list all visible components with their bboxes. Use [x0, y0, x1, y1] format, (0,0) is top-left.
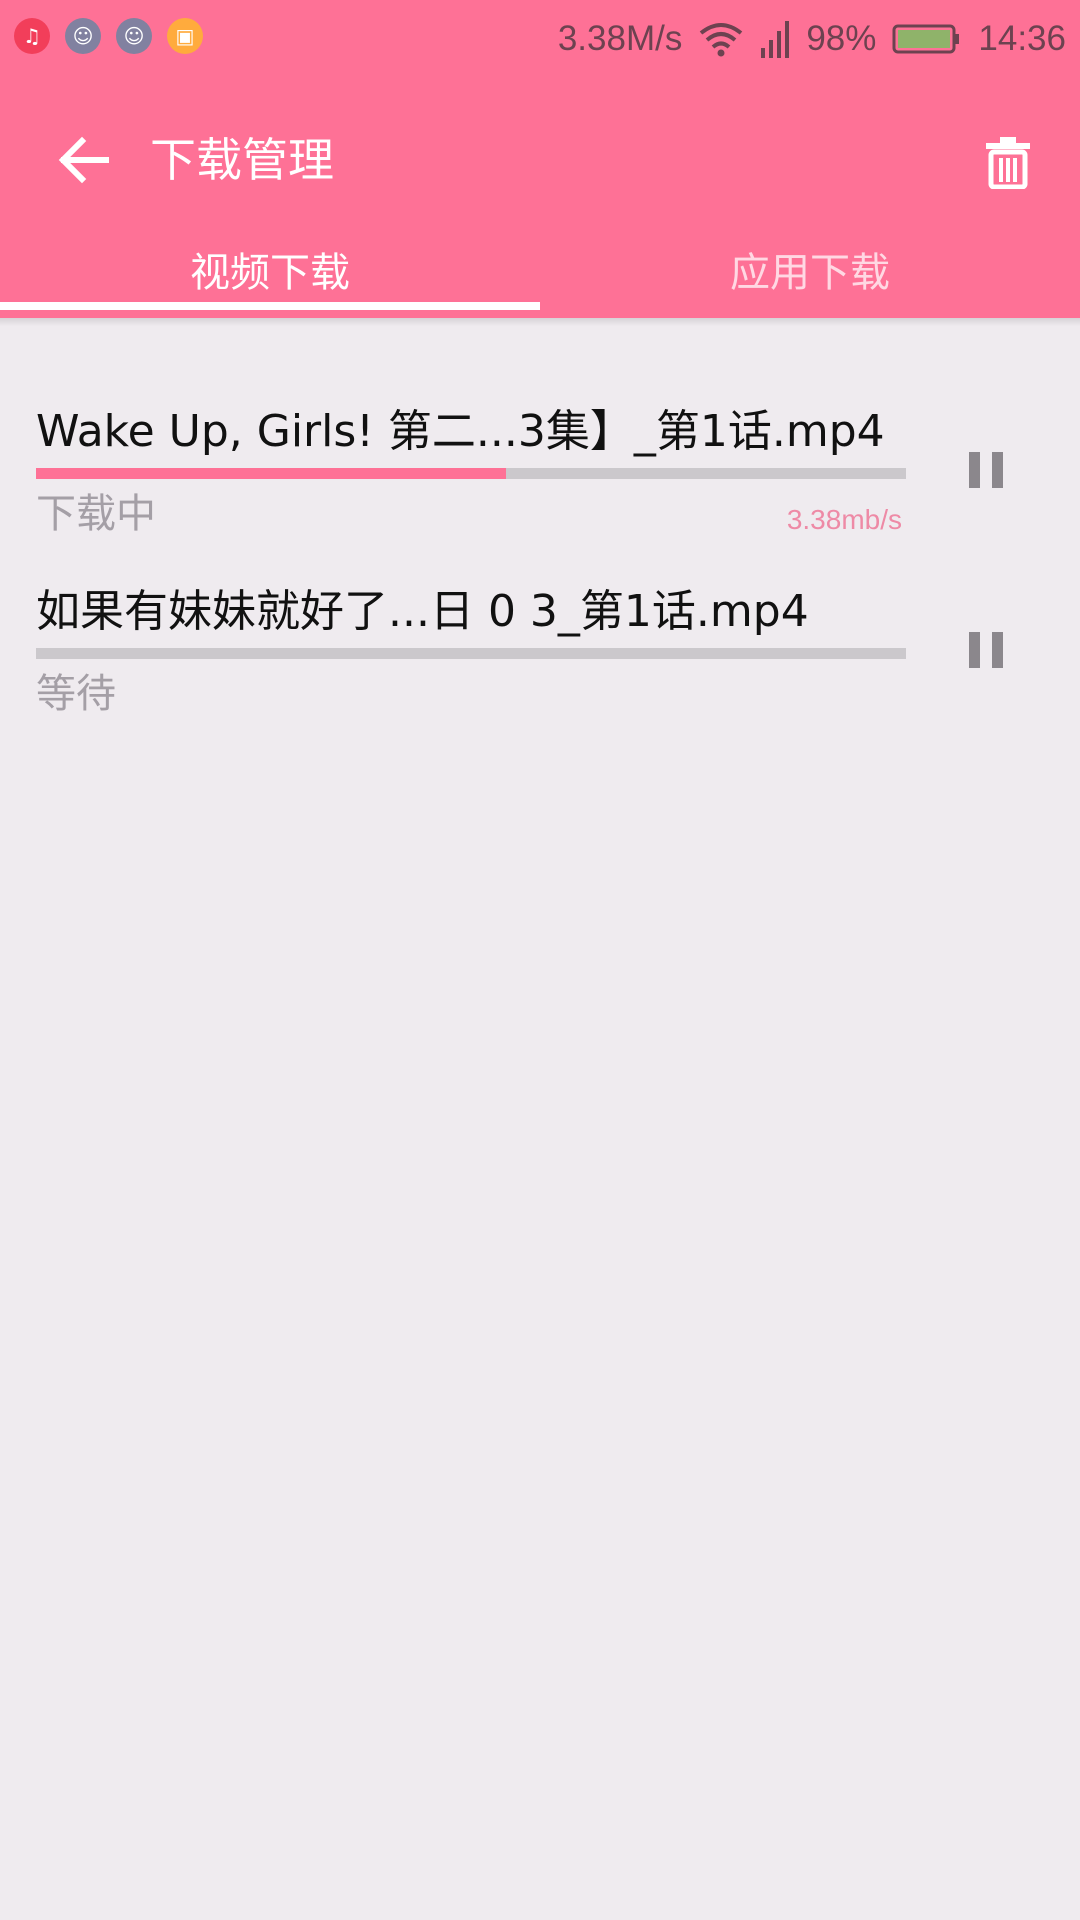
tab-indicator	[0, 302, 540, 310]
app-bar: 下载管理 视频下载 应用下载	[0, 78, 1080, 318]
back-button[interactable]	[44, 120, 124, 200]
net-speed: 3.38M/s	[557, 19, 683, 58]
battery-icon	[892, 24, 960, 54]
download-status: 等待	[36, 671, 116, 717]
arrow-left-icon	[58, 136, 109, 184]
download-progress-fill	[36, 468, 506, 479]
signal-icon	[761, 21, 790, 58]
download-file-name: Wake Up, Girls! 第二...3集】_第1话.mp4	[36, 406, 885, 457]
pause-icon	[969, 632, 1003, 668]
wifi-icon	[700, 23, 743, 57]
clock: 14:36	[978, 19, 1066, 58]
pause-button[interactable]	[950, 434, 1022, 506]
tab-app-downloads[interactable]: 应用下载	[540, 232, 1080, 306]
download-status: 下载中	[36, 491, 156, 537]
system-indicators: 3.38M/s 98% 14:36	[558, 14, 1066, 64]
download-progress-bar	[36, 468, 906, 479]
status-bar: ♫ ☺ ☺ ▣ 3.38M/s 98% 14:36	[0, 0, 1080, 78]
page-title: 下载管理	[150, 133, 334, 187]
trash-icon	[986, 137, 1030, 189]
robot-app-icon: ☺	[116, 18, 152, 54]
delete-button[interactable]	[968, 122, 1048, 202]
download-file-name: 如果有妹妹就好了...日 0 3_第1话.mp4	[36, 586, 809, 637]
notification-icons: ♫ ☺ ☺ ▣	[14, 18, 203, 54]
slides-app-icon: ▣	[167, 18, 203, 54]
pause-button[interactable]	[950, 614, 1022, 686]
download-speed: 3.38mb/s	[786, 504, 902, 535]
tab-video-downloads[interactable]: 视频下载	[0, 232, 540, 306]
download-progress-bar	[36, 648, 906, 659]
download-item[interactable]: 如果有妹妹就好了...日 0 3_第1话.mp4 等待	[0, 582, 1080, 762]
music-app-icon: ♫	[14, 18, 50, 54]
robot-app-icon: ☺	[65, 18, 101, 54]
pause-icon	[969, 452, 1003, 488]
download-item[interactable]: Wake Up, Girls! 第二...3集】_第1话.mp4 下载中 3.3…	[0, 402, 1080, 582]
app-bar-shadow	[0, 318, 1080, 326]
battery-percent: 98%	[806, 19, 877, 58]
